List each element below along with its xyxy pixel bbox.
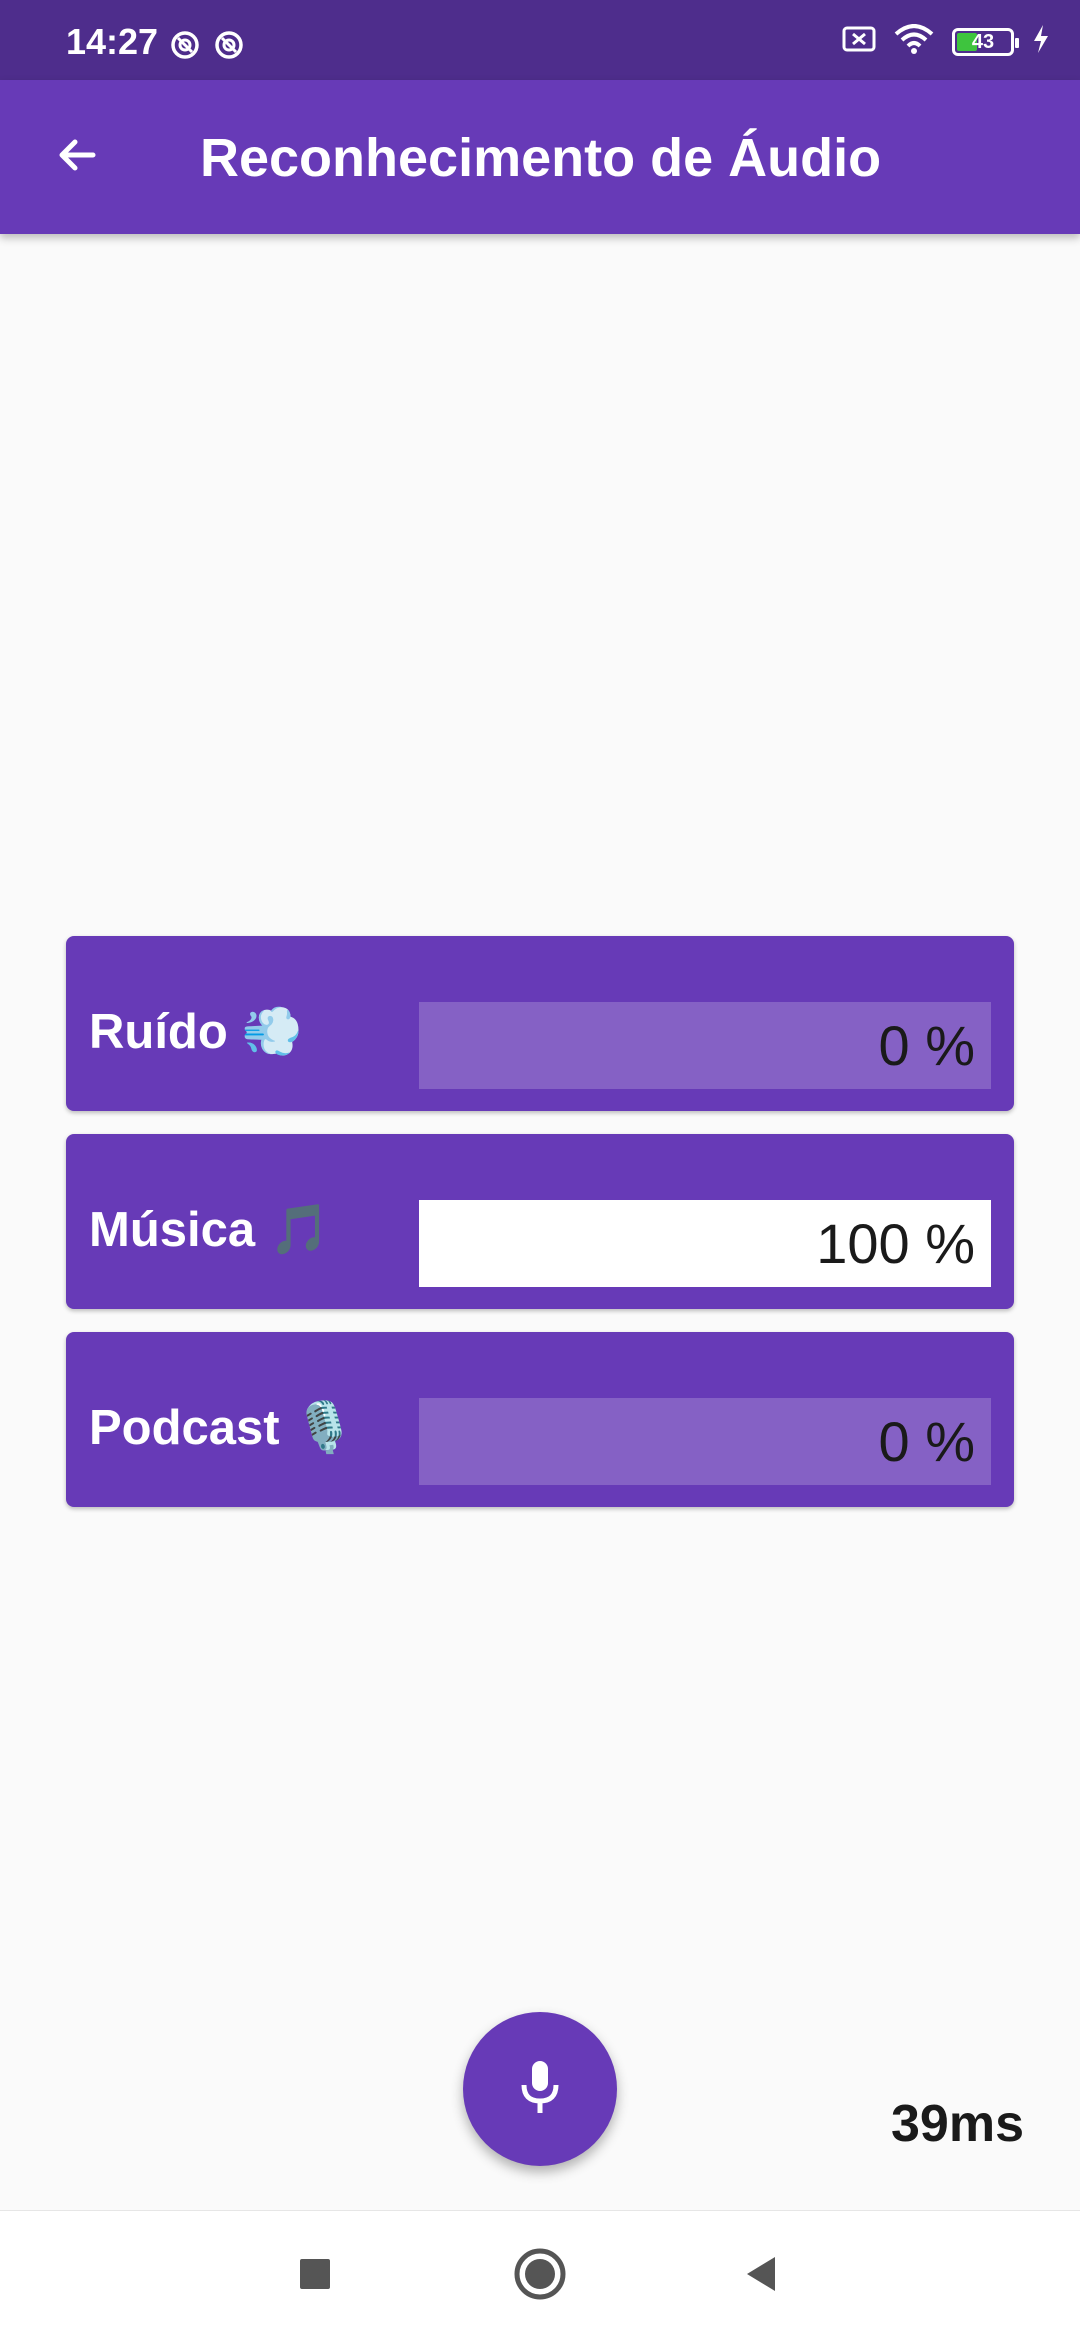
home-circle-icon xyxy=(513,2247,567,2306)
status-bar: 14:27 43 xyxy=(0,0,1080,80)
vpn-icon xyxy=(170,30,200,65)
result-card-music: Música 🎵 100 % xyxy=(66,1134,1014,1309)
musical-note-icon: 🎵 xyxy=(269,1203,331,1257)
result-card-noise: Ruído 💨 0 % xyxy=(66,936,1014,1111)
dash-symbol-icon: 💨 xyxy=(241,1005,303,1059)
result-label: Música 🎵 xyxy=(89,1202,330,1258)
result-percentage: 0 % xyxy=(878,1014,976,1077)
back-triangle-icon xyxy=(741,2254,781,2299)
recents-square-icon xyxy=(298,2257,332,2296)
vpn-icon xyxy=(214,30,244,65)
page-title: Reconhecimento de Áudio xyxy=(200,128,882,188)
result-card-podcast: Podcast 🎙️ 0 % xyxy=(66,1332,1014,1507)
battery-icon: 43 xyxy=(952,27,1019,56)
wifi-icon xyxy=(894,24,934,59)
result-percentage: 0 % xyxy=(878,1410,976,1473)
nav-back-button[interactable] xyxy=(728,2243,794,2309)
result-percentage: 100 % xyxy=(816,1212,975,1275)
result-label-text: Podcast xyxy=(89,1401,280,1455)
result-label: Podcast 🎙️ xyxy=(89,1400,355,1456)
microphone-icon xyxy=(516,2057,564,2122)
result-progress-bar: 0 % xyxy=(419,1002,991,1089)
arrow-back-icon xyxy=(53,131,101,184)
navigation-bar xyxy=(0,2210,1080,2341)
status-notification-icons xyxy=(170,30,244,65)
studio-microphone-icon: 🎙️ xyxy=(293,1401,355,1455)
home-button[interactable] xyxy=(507,2243,573,2309)
battery-level: 43 xyxy=(971,30,995,53)
status-system-icons: 43 xyxy=(842,24,1050,59)
back-button[interactable] xyxy=(40,120,114,194)
result-progress-bar: 0 % xyxy=(419,1398,991,1485)
record-button[interactable] xyxy=(463,2012,617,2166)
results-list: Ruído 💨 0 % Música 🎵 100 % Podcast 🎙️ 0 … xyxy=(66,936,1014,1530)
recents-button[interactable] xyxy=(282,2243,348,2309)
status-time: 14:27 xyxy=(66,21,159,62)
charging-icon xyxy=(1032,24,1050,59)
app-bar: Reconhecimento de Áudio xyxy=(0,80,1080,234)
result-progress-bar: 100 % xyxy=(419,1200,991,1287)
sim-error-icon xyxy=(842,26,876,57)
result-label-text: Ruído xyxy=(89,1005,228,1059)
inference-time: 39ms xyxy=(891,2095,1024,2153)
result-label: Ruído 💨 xyxy=(89,1004,303,1060)
result-label-text: Música xyxy=(89,1203,256,1257)
